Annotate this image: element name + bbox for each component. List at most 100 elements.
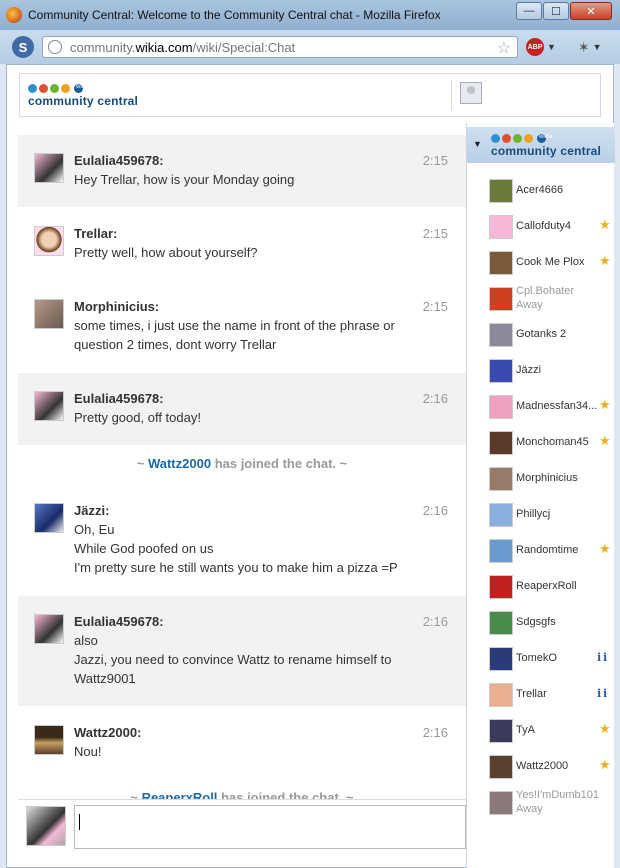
user-list-item[interactable]: Gotanks 2: [467, 319, 615, 355]
user-name[interactable]: Madnessfan34...: [516, 400, 597, 412]
admin-star-icon: ★: [599, 757, 611, 772]
chat-page: wikia community central Eulalia459678: 2…: [6, 64, 615, 868]
adblock-plus-icon[interactable]: ABP: [526, 38, 544, 56]
url-prefix: community.: [70, 39, 136, 55]
user-avatar-icon[interactable]: [460, 82, 482, 104]
community-central-logo[interactable]: wikia community central: [28, 84, 138, 108]
avatar[interactable]: [489, 611, 513, 635]
browser-navbar: S community. wikia.com/wiki/Special:Chat …: [0, 30, 620, 64]
user-list-header[interactable]: ▼ wikia community central: [467, 127, 615, 163]
message-timestamp: 2:15: [422, 299, 448, 314]
user-list-item[interactable]: Randomtime ★: [467, 535, 615, 571]
user-list-item[interactable]: Wattz2000 ★: [467, 751, 615, 787]
user-name[interactable]: Acer4666: [516, 184, 563, 196]
chat-user-list: ▼ wikia community central Acer4666 Callof…: [466, 123, 615, 868]
user-list-item[interactable]: Acer4666: [467, 175, 615, 211]
avatar[interactable]: [34, 226, 64, 256]
user-list-item[interactable]: ReaperxRoll: [467, 571, 615, 607]
user-list-item[interactable]: Morphinicius: [467, 463, 615, 499]
avatar[interactable]: [489, 179, 513, 203]
site-identity-icon[interactable]: S: [12, 36, 34, 58]
avatar[interactable]: [34, 725, 64, 755]
avatar[interactable]: [489, 539, 513, 563]
user-list-item[interactable]: Madnessfan34... ★: [467, 391, 615, 427]
avatar[interactable]: [489, 431, 513, 455]
user-name[interactable]: Morphinicius: [516, 472, 578, 484]
admin-star-icon: ★: [599, 217, 611, 232]
join-username[interactable]: ReaperxRoll: [142, 790, 218, 799]
chevron-down-icon[interactable]: ▼: [547, 42, 556, 52]
address-bar[interactable]: community. wikia.com/wiki/Special:Chat ☆: [42, 36, 518, 58]
user-name[interactable]: Cook Me Plox: [516, 256, 584, 268]
avatar[interactable]: [34, 299, 64, 329]
maximize-button[interactable]: ☐: [543, 2, 569, 20]
wikia-badge: wikia: [537, 134, 552, 143]
user-name[interactable]: Wattz2000: [516, 760, 568, 772]
user-list-item[interactable]: Yes!I'mDumb101 Away: [467, 787, 615, 823]
user-list-item[interactable]: Monchoman45 ★: [467, 427, 615, 463]
admin-star-icon: ★: [599, 721, 611, 736]
url-path: /wiki/Special:Chat: [192, 39, 296, 55]
avatar[interactable]: [489, 323, 513, 347]
close-button[interactable]: ✕: [570, 2, 612, 20]
user-name[interactable]: Randomtime: [516, 544, 578, 556]
avatar[interactable]: [489, 215, 513, 239]
avatar[interactable]: [489, 251, 513, 275]
avatar[interactable]: [34, 503, 64, 533]
message-username[interactable]: Eulalia459678:: [74, 391, 450, 406]
user-list-item[interactable]: Cook Me Plox ★: [467, 247, 615, 283]
user-list-item[interactable]: TyA ★: [467, 715, 615, 751]
minimize-button[interactable]: —: [516, 2, 542, 20]
message-username[interactable]: Wattz2000:: [74, 725, 450, 740]
user-name[interactable]: TyA: [516, 724, 535, 736]
message-username[interactable]: Jäzzi:: [74, 503, 450, 518]
chevron-down-icon[interactable]: ▼: [593, 42, 602, 52]
avatar[interactable]: [489, 359, 513, 383]
user-name[interactable]: Phillycj: [516, 508, 550, 520]
user-list-item[interactable]: Sdgsgfs: [467, 607, 615, 643]
avatar[interactable]: [489, 791, 513, 815]
chat-input[interactable]: [74, 805, 466, 849]
user-name[interactable]: Yes!I'mDumb101: [516, 789, 599, 801]
user-name[interactable]: Jäzzi: [516, 364, 541, 376]
user-name[interactable]: Cpl.Bohater: [516, 285, 574, 297]
user-list-item[interactable]: Jäzzi: [467, 355, 615, 391]
avatar[interactable]: [489, 503, 513, 527]
bookmark-star-icon[interactable]: ☆: [497, 38, 511, 58]
user-list-item[interactable]: TomekO i i: [467, 643, 615, 679]
message-username[interactable]: Eulalia459678:: [74, 614, 450, 629]
user-name[interactable]: Trellar: [516, 688, 547, 700]
join-username[interactable]: Wattz2000: [148, 456, 211, 471]
message-username[interactable]: Eulalia459678:: [74, 153, 450, 168]
message-username[interactable]: Morphinicius:: [74, 299, 450, 314]
avatar[interactable]: [489, 755, 513, 779]
user-list-item[interactable]: Cpl.Bohater Away: [467, 283, 615, 319]
addon-tool-icon[interactable]: ✶: [578, 39, 590, 56]
avatar[interactable]: [489, 647, 513, 671]
avatar[interactable]: [34, 614, 64, 644]
user-name[interactable]: Callofduty4: [516, 220, 571, 232]
user-name[interactable]: Monchoman45: [516, 436, 589, 448]
message-username[interactable]: Trellar:: [74, 226, 450, 241]
avatar[interactable]: [26, 806, 66, 846]
chat-message-list[interactable]: Eulalia459678: 2:15 Hey Trellar, how is …: [18, 123, 466, 799]
user-name[interactable]: Sdgsgfs: [516, 616, 556, 628]
avatar[interactable]: [34, 391, 64, 421]
avatar[interactable]: [489, 683, 513, 707]
avatar[interactable]: [489, 395, 513, 419]
user-name[interactable]: TomekO: [516, 652, 557, 664]
wiki-header: wikia community central: [19, 73, 601, 117]
message-text: I'm pretty sure he still wants you to ma…: [74, 560, 398, 575]
collapse-triangle-icon[interactable]: ▼: [473, 139, 482, 149]
user-name[interactable]: ReaperxRoll: [516, 580, 577, 592]
user-list-item[interactable]: Trellar i i: [467, 679, 615, 715]
avatar[interactable]: [34, 153, 64, 183]
user-name[interactable]: Gotanks 2: [516, 328, 566, 340]
message-text: question 2 times, dont worry Trellar: [74, 337, 277, 352]
user-list-item[interactable]: Phillycj: [467, 499, 615, 535]
avatar[interactable]: [489, 467, 513, 491]
avatar[interactable]: [489, 287, 513, 311]
avatar[interactable]: [489, 575, 513, 599]
avatar[interactable]: [489, 719, 513, 743]
user-list-item[interactable]: Callofduty4 ★: [467, 211, 615, 247]
